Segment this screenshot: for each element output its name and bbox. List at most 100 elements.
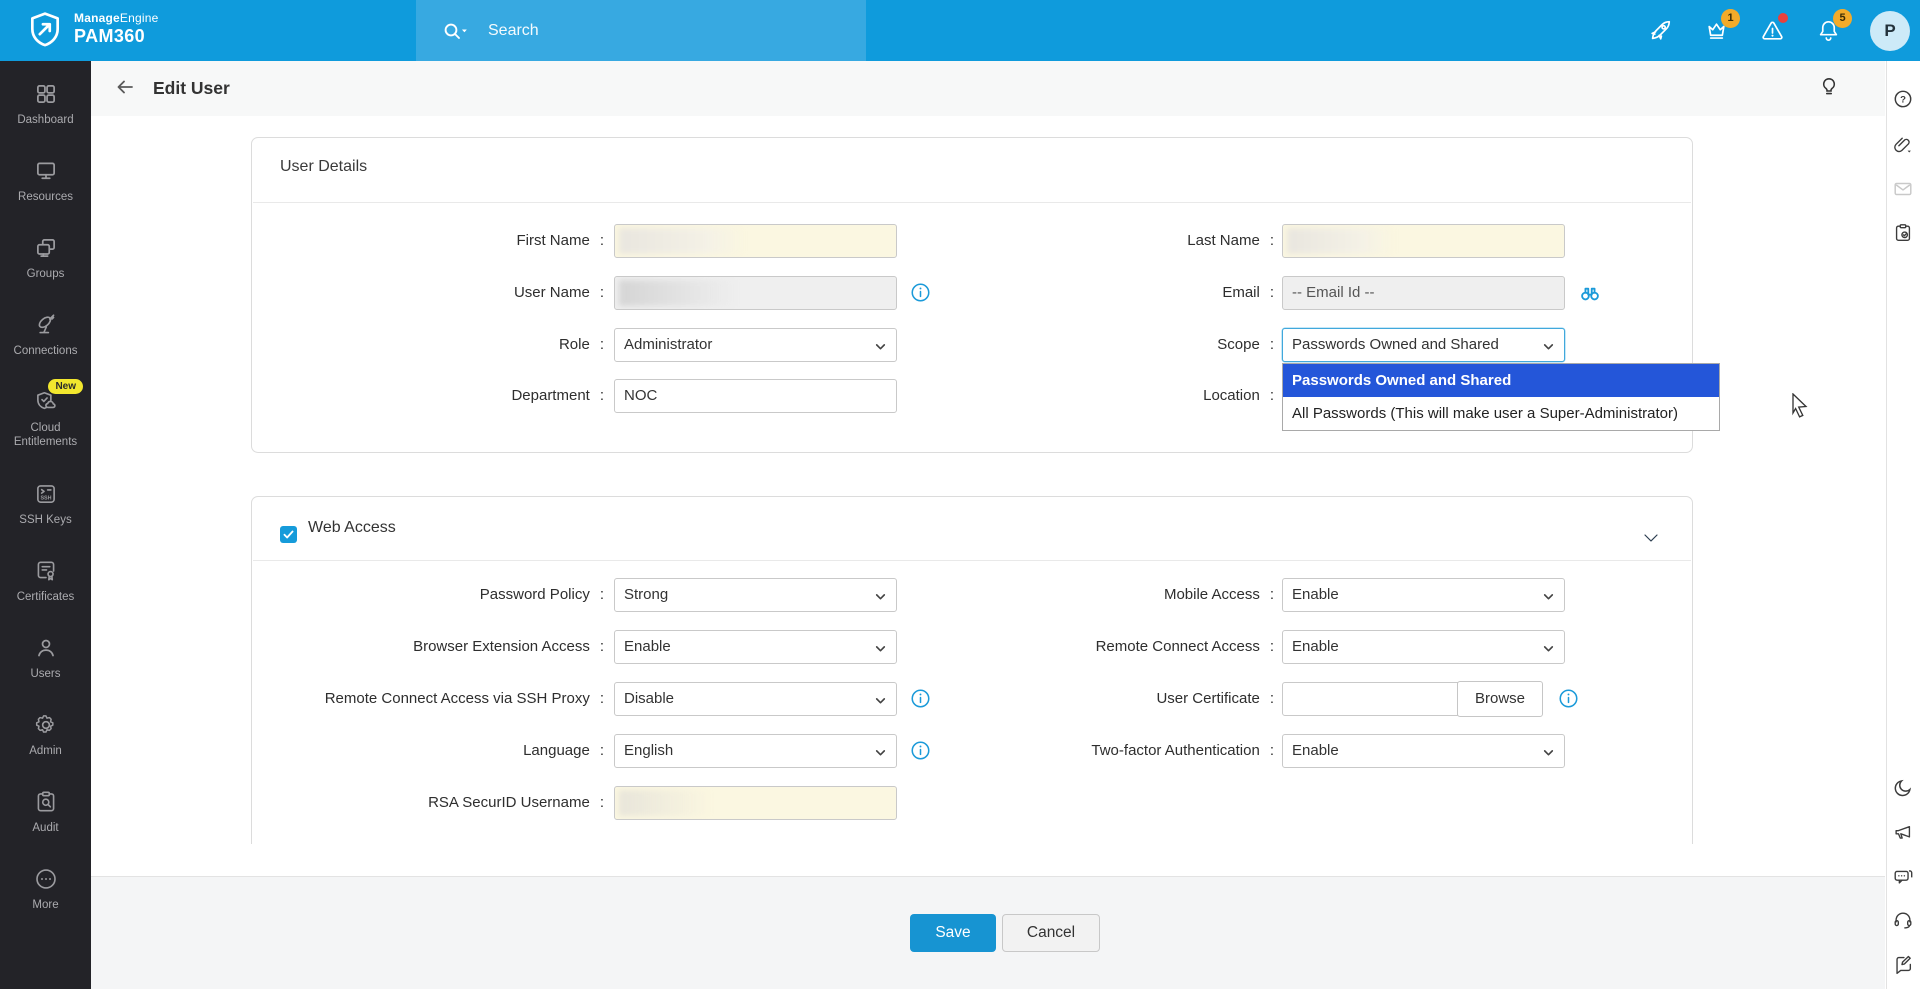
cancel-button[interactable]: Cancel <box>1002 914 1100 952</box>
more-ellipsis-icon <box>33 866 59 892</box>
remote-connect-value: Enable <box>1292 638 1339 655</box>
content-area: User Details First Name Last Name User N… <box>91 116 1885 876</box>
chevron-down-icon <box>874 694 887 707</box>
first-name-input[interactable] <box>614 224 897 258</box>
sidebar-label: Connections <box>14 344 78 358</box>
web-access-checkbox[interactable] <box>280 526 297 543</box>
sidebar-item-connections[interactable]: Connections <box>0 304 91 381</box>
language-select[interactable]: English <box>614 734 897 768</box>
sidebar-item-audit[interactable]: Audit <box>0 781 91 858</box>
department-label: Department <box>252 379 604 413</box>
mobile-access-value: Enable <box>1292 586 1339 603</box>
scope-dropdown-menu: Passwords Owned and Shared All Passwords… <box>1282 363 1720 431</box>
binoculars-icon[interactable] <box>1577 280 1603 306</box>
scope-option-selected[interactable]: Passwords Owned and Shared <box>1283 364 1719 397</box>
light-bulb-icon[interactable] <box>1817 75 1843 101</box>
sidebar-label: Groups <box>27 267 65 281</box>
mobile-access-select[interactable]: Enable <box>1282 578 1565 612</box>
email-label: Email <box>912 276 1274 310</box>
divider <box>253 560 1691 561</box>
user-certificate-info-icon[interactable] <box>1557 687 1581 711</box>
license-crown-icon[interactable]: 1 <box>1698 13 1734 49</box>
sidebar-item-admin[interactable]: Admin <box>0 704 91 781</box>
browser-extension-select[interactable]: Enable <box>614 630 897 664</box>
feedback-note-icon[interactable] <box>1892 953 1916 977</box>
tasks-clipboard-icon[interactable] <box>1892 222 1916 246</box>
user-certificate-input[interactable] <box>1282 682 1458 716</box>
location-label: Location <box>912 379 1274 413</box>
ssh-proxy-certificate-row: Remote Connect Access via SSH Proxy Disa… <box>252 682 1692 716</box>
help-icon[interactable]: ? <box>1892 88 1916 112</box>
mobile-access-label: Mobile Access <box>912 578 1274 612</box>
mail-icon[interactable] <box>1892 178 1916 202</box>
topbar-action-icons: 1 5 P <box>1642 0 1910 61</box>
chevron-down-icon <box>874 340 887 353</box>
password-policy-select[interactable]: Strong <box>614 578 897 612</box>
dark-mode-moon-icon[interactable] <box>1892 777 1916 801</box>
sidebar-item-cloud-entitlements[interactable]: New Cloud Entitlements <box>0 381 91 473</box>
collapse-chevron-icon[interactable] <box>1642 529 1660 547</box>
sidebar-item-users[interactable]: Users <box>0 627 91 704</box>
user-certificate-label: User Certificate <box>912 682 1274 716</box>
user-name-input <box>614 276 897 310</box>
browser-extension-value: Enable <box>624 638 671 655</box>
ssh-keys-icon: SSH <box>33 481 59 507</box>
manageengine-pam360-logo[interactable]: ManageEngine PAM360 <box>26 10 158 48</box>
save-button[interactable]: Save <box>910 914 996 952</box>
sidebar-item-certificates[interactable]: Certificates <box>0 550 91 627</box>
ssh-proxy-select[interactable]: Disable <box>614 682 897 716</box>
dashboard-grid-icon <box>33 81 59 107</box>
right-utility-rail: ? <box>1886 61 1920 989</box>
sidebar-item-groups[interactable]: Groups <box>0 227 91 304</box>
global-search[interactable]: Search <box>416 0 866 61</box>
department-input[interactable]: NOC <box>614 379 897 413</box>
user-details-card: User Details First Name Last Name User N… <box>251 137 1693 453</box>
ssh-proxy-value: Disable <box>624 690 674 707</box>
rocket-icon[interactable] <box>1642 13 1678 49</box>
chevron-down-icon <box>1542 746 1555 759</box>
back-arrow-icon[interactable] <box>113 75 141 103</box>
browser-extension-label: Browser Extension Access <box>252 630 604 664</box>
license-badge: 1 <box>1721 9 1740 28</box>
rsa-username-row: RSA SecurID Username <box>252 786 1692 820</box>
password-policy-value: Strong <box>624 586 668 603</box>
notifications-bell-icon[interactable]: 5 <box>1810 13 1846 49</box>
language-value: English <box>624 742 673 759</box>
notifications-badge: 5 <box>1833 9 1852 28</box>
divider <box>253 202 1691 203</box>
chat-icon[interactable] <box>1892 865 1916 889</box>
certificates-icon <box>33 558 59 584</box>
sidebar-label: Dashboard <box>17 113 73 127</box>
footer-bar: Save Cancel <box>91 876 1885 989</box>
browser-ext-remote-row: Browser Extension Access Enable Remote C… <box>252 630 1692 664</box>
sidebar-item-ssh-keys[interactable]: SSH SSH Keys <box>0 473 91 550</box>
sidebar-item-resources[interactable]: Resources <box>0 150 91 227</box>
user-details-title: User Details <box>280 158 367 176</box>
support-headset-icon[interactable] <box>1892 909 1916 933</box>
sidebar-item-more[interactable]: More <box>0 858 91 935</box>
new-badge: New <box>48 379 83 394</box>
alert-status-dot <box>1778 13 1788 23</box>
browse-button[interactable]: Browse <box>1457 681 1543 717</box>
brand-manage: Manage <box>74 11 120 25</box>
scope-value: Passwords Owned and Shared <box>1292 336 1499 353</box>
sidebar-label: Users <box>30 667 60 681</box>
user-avatar[interactable]: P <box>1870 11 1910 51</box>
remote-connect-select[interactable]: Enable <box>1282 630 1565 664</box>
announcements-megaphone-icon[interactable] <box>1892 821 1916 845</box>
last-name-input[interactable] <box>1282 224 1565 258</box>
sidebar-item-dashboard[interactable]: Dashboard <box>0 73 91 150</box>
role-select[interactable]: Administrator <box>614 328 897 362</box>
email-input[interactable]: -- Email Id -- <box>1282 276 1565 310</box>
rsa-username-input[interactable] <box>614 786 897 820</box>
scope-option[interactable]: All Passwords (This will make user a Sup… <box>1283 397 1719 430</box>
scope-select[interactable]: Passwords Owned and Shared <box>1282 328 1565 362</box>
alerts-warning-icon[interactable] <box>1754 13 1790 49</box>
password-policy-mobile-row: Password Policy Strong Mobile Access Ena… <box>252 578 1692 612</box>
two-factor-select[interactable]: Enable <box>1282 734 1565 768</box>
redacted-value <box>619 790 712 816</box>
sidebar-label: More <box>32 898 58 912</box>
attachments-paperclip-icon[interactable] <box>1892 134 1916 158</box>
two-factor-label: Two-factor Authentication <box>912 734 1274 768</box>
main-area: Edit User User Details First Name Last N… <box>91 61 1885 989</box>
